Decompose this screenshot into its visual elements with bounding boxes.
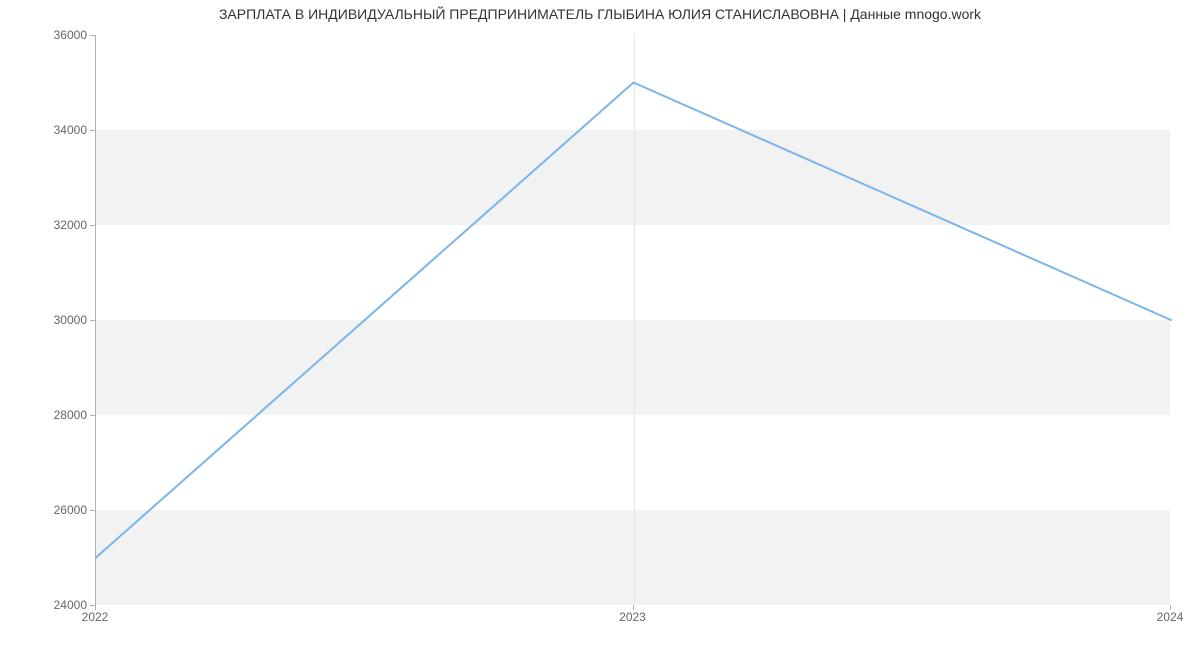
series-layer — [96, 35, 1171, 605]
y-tick-label: 36000 — [27, 28, 87, 42]
plot-area — [95, 35, 1170, 605]
y-tick-label: 26000 — [27, 503, 87, 517]
salary-series-line — [96, 83, 1171, 558]
y-tick-label: 28000 — [27, 408, 87, 422]
salary-line-chart: ЗАРПЛАТА В ИНДИВИДУАЛЬНЫЙ ПРЕДПРИНИМАТЕЛ… — [0, 0, 1200, 650]
x-tick-label: 2022 — [82, 610, 109, 624]
y-tick-label: 30000 — [27, 313, 87, 327]
x-tick-mark — [1170, 605, 1171, 610]
y-tick-label: 24000 — [27, 598, 87, 612]
chart-title: ЗАРПЛАТА В ИНДИВИДУАЛЬНЫЙ ПРЕДПРИНИМАТЕЛ… — [0, 6, 1200, 22]
x-tick-label: 2023 — [619, 610, 646, 624]
x-tick-mark — [633, 605, 634, 610]
x-tick-label: 2024 — [1157, 610, 1184, 624]
y-tick-label: 32000 — [27, 218, 87, 232]
x-tick-mark — [95, 605, 96, 610]
y-tick-label: 34000 — [27, 123, 87, 137]
